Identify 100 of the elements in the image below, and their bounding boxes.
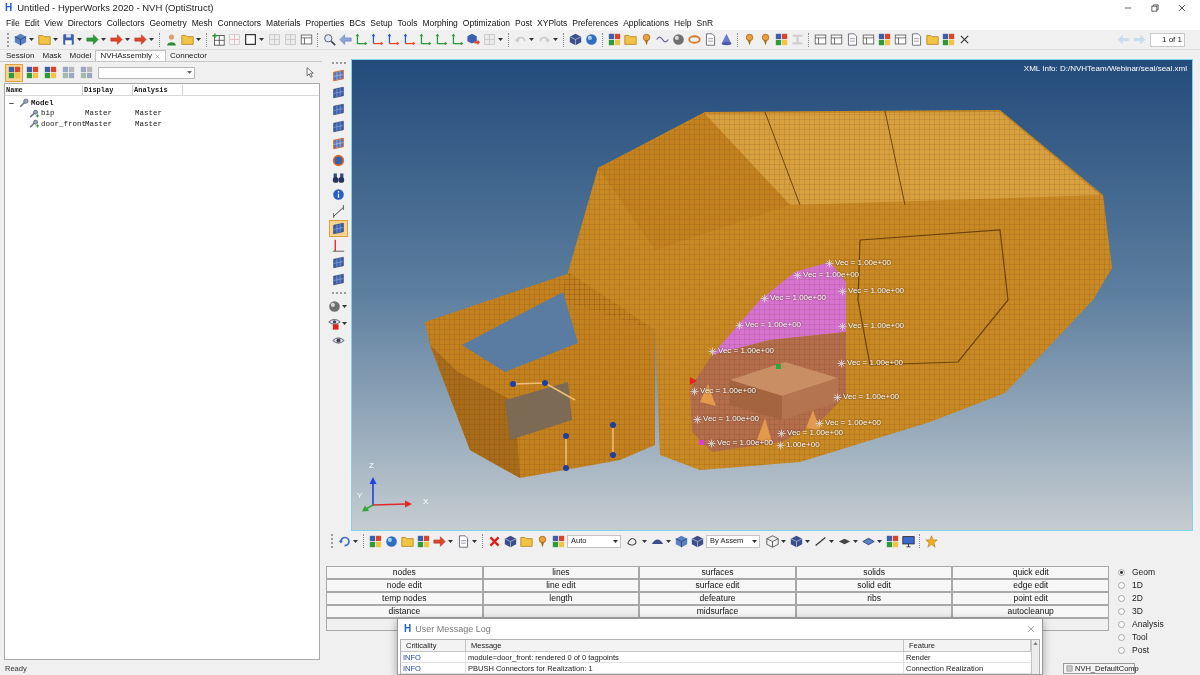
panel-button[interactable]: solids <box>795 566 953 579</box>
cube-icon[interactable] <box>503 534 517 548</box>
panel-tab[interactable]: NVHAssembly <box>95 50 166 61</box>
caret-icon[interactable] <box>196 38 201 41</box>
panel-button[interactable]: edge edit <box>952 579 1109 592</box>
caret-icon[interactable] <box>101 38 106 41</box>
menu-item[interactable]: Preferences <box>572 18 619 28</box>
caret-icon[interactable] <box>877 539 882 543</box>
radio-button[interactable]: 2D <box>1118 592 1164 605</box>
menu-item[interactable]: Directors <box>67 18 102 28</box>
caret-icon[interactable] <box>829 539 834 543</box>
panel-button[interactable]: node edit <box>326 579 483 592</box>
blocks-icon[interactable] <box>368 534 382 548</box>
caret-icon[interactable] <box>353 539 358 543</box>
caret-icon[interactable] <box>53 38 58 41</box>
table-icon[interactable] <box>299 33 313 46</box>
cone-icon[interactable] <box>719 33 733 46</box>
caret-icon[interactable] <box>342 322 347 325</box>
caret-icon[interactable] <box>805 539 810 543</box>
cube-arrow-icon[interactable] <box>466 33 480 46</box>
document-icon[interactable] <box>456 534 470 548</box>
radio-icon[interactable] <box>1118 582 1125 589</box>
panel-button[interactable]: defeature <box>639 592 796 605</box>
wave-icon[interactable] <box>655 33 669 46</box>
blank-panel-button[interactable] <box>795 605 953 618</box>
radio-button[interactable]: Post <box>1118 644 1164 657</box>
blocks-icon[interactable] <box>607 33 621 46</box>
radio-button[interactable]: Analysis <box>1118 618 1164 631</box>
panel-button[interactable]: surface edit <box>639 579 796 592</box>
eye-icon[interactable] <box>328 317 341 330</box>
radio-icon[interactable] <box>1118 608 1125 615</box>
axes-icon[interactable] <box>386 33 400 46</box>
line-icon[interactable] <box>813 534 827 548</box>
radio-icon[interactable] <box>1118 595 1125 602</box>
blocks-icon[interactable] <box>551 534 565 548</box>
blocks-icon[interactable] <box>877 33 891 46</box>
close-icon[interactable] <box>1177 3 1187 13</box>
axes-icon[interactable] <box>402 33 416 46</box>
panel-button[interactable]: ribs <box>795 592 953 605</box>
radio-button[interactable]: Geom <box>1118 566 1164 579</box>
cube-icon[interactable] <box>789 534 803 548</box>
restore-icon[interactable] <box>1150 3 1160 13</box>
menu-item[interactable]: Connectors <box>217 18 262 28</box>
menu-item[interactable]: BCs <box>349 18 366 28</box>
menu-item[interactable]: Mesh <box>191 18 213 28</box>
document-icon[interactable] <box>703 33 717 46</box>
menu-item[interactable]: Help <box>674 18 692 28</box>
radio-icon[interactable] <box>1118 634 1125 641</box>
caret-icon[interactable] <box>259 38 264 41</box>
menu-item[interactable]: XYPlots <box>537 18 568 28</box>
table-icon[interactable] <box>829 33 843 46</box>
menu-item[interactable]: View <box>44 18 63 28</box>
radio-button[interactable]: Tool <box>1118 631 1164 644</box>
panel-button[interactable]: nodes <box>326 566 483 579</box>
radio-icon[interactable] <box>1118 647 1125 654</box>
menu-item[interactable]: Morphing <box>422 18 458 28</box>
caret-icon[interactable] <box>448 539 453 543</box>
menu-item[interactable]: Geometry <box>149 18 187 28</box>
table-icon[interactable] <box>893 33 907 46</box>
wireframe-cube-icon[interactable] <box>765 534 779 548</box>
caret-icon[interactable] <box>781 539 786 543</box>
sphere-icon[interactable] <box>328 300 341 313</box>
blocks-icon[interactable] <box>416 534 430 548</box>
menu-item[interactable]: Applications <box>623 18 670 28</box>
cross-icon[interactable] <box>487 534 501 548</box>
person-icon[interactable] <box>164 33 178 46</box>
menu-item[interactable]: SnR <box>696 18 714 28</box>
rotate-icon[interactable] <box>337 534 351 548</box>
menu-item[interactable]: Materials <box>266 18 301 28</box>
caret-icon[interactable] <box>472 539 477 543</box>
caret-icon[interactable] <box>29 38 34 41</box>
menu-item[interactable]: Setup <box>370 18 393 28</box>
cube-icon[interactable] <box>568 33 582 46</box>
search-icon[interactable] <box>322 33 336 46</box>
menu-item[interactable]: File <box>6 18 20 28</box>
caret-icon[interactable] <box>642 539 647 543</box>
plus-grid-icon[interactable] <box>211 33 225 46</box>
panel-tab[interactable]: Model <box>65 50 96 61</box>
table-icon[interactable] <box>813 33 827 46</box>
document-icon[interactable] <box>845 33 859 46</box>
radio-icon[interactable] <box>1118 569 1125 576</box>
caret-icon[interactable] <box>853 539 858 543</box>
sphere-icon[interactable] <box>384 534 398 548</box>
panel-button[interactable]: midsurface <box>639 605 796 618</box>
panel-button[interactable]: point edit <box>952 592 1109 605</box>
panel-button[interactable]: temp nodes <box>326 592 483 605</box>
cube-icon[interactable] <box>13 33 27 46</box>
table-icon[interactable] <box>861 33 875 46</box>
panel-button[interactable]: autocleanup <box>952 605 1109 618</box>
blank-panel-button[interactable] <box>482 605 640 618</box>
arrow-icon[interactable] <box>85 33 99 46</box>
menu-item[interactable]: Optimization <box>462 18 511 28</box>
panel-button[interactable]: length <box>482 592 640 605</box>
axes-icon[interactable] <box>434 33 448 46</box>
panel-button[interactable]: lines <box>482 566 640 579</box>
menu-item[interactable]: Tools <box>397 18 418 28</box>
star-icon[interactable] <box>924 534 938 548</box>
radio-button[interactable]: 3D <box>1118 605 1164 618</box>
caret-icon[interactable] <box>187 71 192 74</box>
arrow-icon[interactable] <box>109 33 123 46</box>
